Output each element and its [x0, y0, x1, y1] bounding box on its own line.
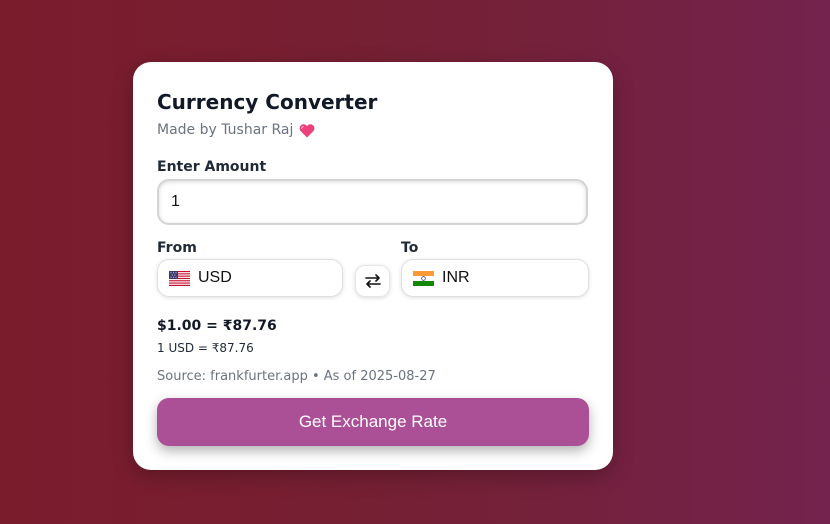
- subtitle: Made by Tushar Raj: [157, 122, 315, 138]
- exchange-rate: 1 USD = ₹87.76: [157, 341, 254, 355]
- amount-input[interactable]: [157, 179, 588, 225]
- swap-button[interactable]: [355, 265, 390, 297]
- heart-icon: [299, 123, 315, 138]
- to-currency-select[interactable]: INR: [401, 259, 589, 297]
- source-note: Source: frankfurter.app • As of 2025-08-…: [157, 369, 436, 384]
- from-currency-code: USD: [198, 269, 232, 286]
- converter-card: Currency Converter Made by Tushar Raj En…: [133, 62, 613, 470]
- from-label: From: [157, 240, 197, 256]
- author-credit: Made by Tushar Raj: [157, 122, 294, 138]
- us-flag-icon: [169, 270, 190, 286]
- page-title: Currency Converter: [157, 90, 378, 114]
- india-flag-icon: [413, 270, 434, 286]
- from-currency-select[interactable]: USD: [157, 259, 343, 297]
- to-currency-code: INR: [442, 269, 470, 286]
- swap-arrows-icon: [364, 274, 381, 288]
- conversion-result: $1.00 = ₹87.76: [157, 318, 277, 334]
- to-label: To: [401, 240, 419, 256]
- amount-label: Enter Amount: [157, 159, 267, 175]
- get-exchange-rate-button[interactable]: Get Exchange Rate: [157, 398, 589, 446]
